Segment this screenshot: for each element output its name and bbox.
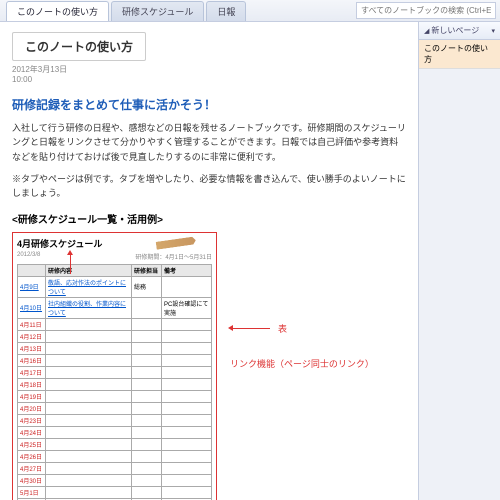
table-row: 4月23日 xyxy=(18,414,212,426)
sidebar-item-howto[interactable]: このノートの使い方 xyxy=(419,40,500,69)
table-row: 4月11日 xyxy=(18,318,212,330)
arrow-left-icon xyxy=(230,328,270,329)
paragraph-1: 入社して行う研修の日程や、感想などの日報を残せるノートブックです。研修期間のスケ… xyxy=(12,121,406,164)
table-row: 4月20日 xyxy=(18,402,212,414)
table-row: 4月24日 xyxy=(18,426,212,438)
table-row: 4月19日 xyxy=(18,390,212,402)
annotation-table: 表 xyxy=(230,322,287,335)
tab-report[interactable]: 日報 xyxy=(206,1,246,21)
search-input[interactable] xyxy=(356,2,496,19)
page-title: このノートの使い方 xyxy=(25,38,133,55)
tab-howto[interactable]: このノートの使い方 xyxy=(6,1,109,21)
heading: 研修記録をまとめて仕事に活かそう！ xyxy=(12,96,406,113)
tab-schedule[interactable]: 研修スケジュール xyxy=(111,1,204,21)
new-page-button[interactable]: ◢ 新しいページ ▾ xyxy=(419,22,500,40)
table-row: 4月13日 xyxy=(18,342,212,354)
notebook-tabs: このノートの使い方 研修スケジュール 日報 xyxy=(0,0,352,21)
table-row: 4月16日 xyxy=(18,354,212,366)
table-row: 4月25日 xyxy=(18,438,212,450)
table-row: 4月17日 xyxy=(18,366,212,378)
subheading: <研修スケジュール一覧・活用例> xyxy=(12,211,406,226)
paragraph-2: ※タブやページは例です。タブを増やしたり、必要な情報を書き込んで、使い勝手のよい… xyxy=(12,172,406,201)
table-header-row: 研修内容 研修担当 備考 xyxy=(18,264,212,276)
table-row: 5月1日 xyxy=(18,486,212,498)
table-row: 4月30日 xyxy=(18,474,212,486)
table-row: 4月26日 xyxy=(18,450,212,462)
page-title-box[interactable]: このノートの使い方 xyxy=(12,32,146,61)
page-content: このノートの使い方 2012年3月13日10:00 研修記録をまとめて仕事に活か… xyxy=(0,22,418,500)
page-sidebar: ◢ 新しいページ ▾ このノートの使い方 xyxy=(418,22,500,500)
schedule-example: 4月研修スケジュール 2012/3/8研修期間：4月1日～5月31日 研修内容 … xyxy=(12,232,217,500)
arrow-up-icon xyxy=(70,252,71,274)
table-row: 4月18日 xyxy=(18,378,212,390)
table-row: 4月27日 xyxy=(18,462,212,474)
table-row: 4月12日 xyxy=(18,330,212,342)
schedule-table: 研修内容 研修担当 備考 4月9日敬語、応対作法のポイントについて総務 4月10… xyxy=(17,264,212,500)
dropdown-icon: ▾ xyxy=(491,27,495,35)
caret-icon: ◢ xyxy=(424,27,429,35)
example-subtitle: 2012/3/8研修期間：4月1日～5月31日 xyxy=(17,252,212,261)
table-row: 4月9日敬語、応対作法のポイントについて総務 xyxy=(18,276,212,297)
annotation-link: リンク機能（ページ同士のリンク） xyxy=(230,357,374,370)
table-row: 4月10日社内組織の役割、作業内容についてPC設台確認にて実施 xyxy=(18,297,212,318)
timestamp: 2012年3月13日10:00 xyxy=(12,65,406,86)
